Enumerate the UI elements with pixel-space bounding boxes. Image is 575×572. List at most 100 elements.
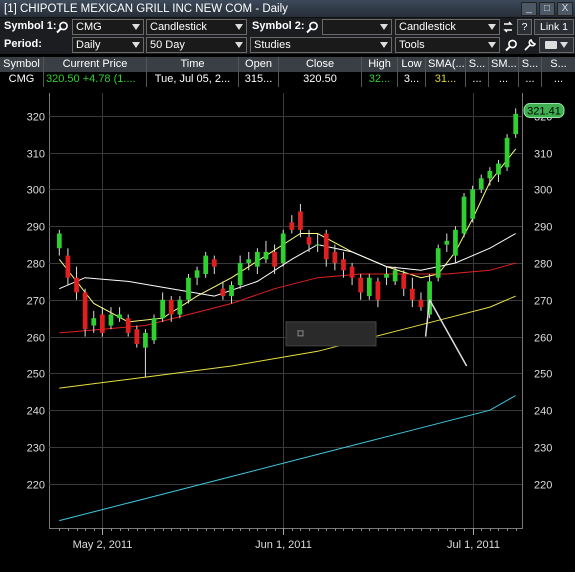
col-header-sma[interactable]: SMA(... [426,57,466,72]
quote-table: Symbol Current Price Time Open Close Hig… [0,57,575,87]
window-title: [1] CHIPOTLE MEXICAN GRILL INC NEW COM -… [4,2,288,15]
symbol2-search-icon[interactable] [304,19,320,35]
candle-body [82,292,88,330]
chevron-down-icon [560,42,568,48]
candle-body [418,299,424,308]
period-label: Period: [4,38,42,50]
col-header-s2[interactable]: S... [519,57,542,72]
y-tick-label-left: 230 [27,443,45,455]
period-toolbar: Period: Daily 50 Day Studies Tools [0,36,575,54]
y-tick-label-left: 220 [27,480,45,492]
candle-body [237,262,243,286]
chevron-down-icon [380,42,388,48]
chart-type2-value: Candlestick [399,21,456,33]
last-price-label: 321.41 [527,106,561,118]
col-header-sm[interactable]: SM... [489,57,519,72]
y-tick-label-right: 250 [534,369,552,381]
quote-table-header: Symbol Current Price Time Open Close Hig… [0,57,575,72]
col-header-low[interactable]: Low [398,57,426,72]
cell-symbol: CMG [0,72,44,87]
candle-body [246,259,252,263]
cell-sm: ... [489,72,519,87]
y-tick-label-left: 250 [27,369,45,381]
cell-s2: ... [519,72,542,87]
chart-type2-select[interactable]: Candlestick [395,19,500,35]
y-tick-label-right: 270 [534,296,552,308]
palette-icon [545,41,557,49]
cell-sma: 31... [426,72,466,87]
y-tick-label-right: 220 [534,480,552,492]
candle-body [392,270,398,282]
candle-body [220,288,226,297]
maximize-button[interactable]: □ [539,1,555,16]
tools-select[interactable]: Tools [395,37,500,53]
window-titlebar[interactable]: [1] CHIPOTLE MEXICAN GRILL INC NEW COM -… [0,0,575,18]
range-select[interactable]: 50 Day [146,37,247,53]
y-tick-label-right: 290 [534,222,552,234]
minimize-button[interactable]: _ [521,1,537,16]
studies-value: Studies [254,39,291,51]
link-button[interactable]: Link 1 [534,19,574,35]
y-tick-label-left: 300 [27,185,45,197]
symbol2-label: Symbol 2: [252,20,305,32]
col-header-s1[interactable]: S... [466,57,489,72]
col-header-high[interactable]: High [362,57,398,72]
studies-select[interactable]: Studies [250,37,392,53]
y-tick-label-left: 280 [27,259,45,271]
candle-body [513,113,519,135]
candle-body [134,329,140,344]
candle-body [229,285,234,297]
candle-body [289,222,295,230]
settings-dropdown-button[interactable] [539,37,574,53]
candle-body [65,255,71,278]
y-axis-right-line [522,93,523,528]
col-header-price[interactable]: Current Price [44,57,147,72]
candle-body [306,237,312,245]
candle-body [409,288,415,300]
data-window-overlay [285,321,377,347]
candle-body [401,274,407,289]
annotation-line [428,299,468,367]
chevron-down-icon [488,24,496,30]
candle-body [74,277,79,293]
cell-s3: ... [553,73,564,85]
candle-body [143,332,148,348]
candle-body [168,299,174,315]
help-button[interactable]: ? [517,19,532,35]
col-header-open[interactable]: Open [239,57,279,72]
candle-body [358,277,364,293]
period-value: Daily [76,39,101,51]
candle-body [254,251,260,267]
candle-body [151,318,157,341]
y-tick-label-left: 310 [27,149,45,161]
chevron-down-icon [132,42,140,48]
candle-body [453,229,458,256]
candle-body [263,251,269,260]
symbol2-input[interactable] [322,19,392,35]
compare-arrows-icon[interactable] [501,19,515,35]
col-header-s3[interactable]: S... [542,57,575,72]
cell-price: 320.50 +4.78 (1.... [44,72,147,87]
candle-body [478,178,484,190]
col-header-symbol[interactable]: Symbol [0,57,44,72]
candlestick-chart[interactable]: 220 220 230 230 240 240 250 250 260 260 270 270 280 2… [0,87,575,572]
symbol1-search-icon[interactable] [54,19,70,35]
col-header-close[interactable]: Close [279,57,362,72]
period-select[interactable]: Daily [72,37,144,53]
symbol1-input[interactable]: CMG [72,19,144,35]
candle-body [496,163,501,175]
candle-body [211,259,217,267]
candle-body [461,196,467,234]
chart-type1-select[interactable]: Candlestick [146,19,247,35]
y-tick-label-right: 300 [534,185,552,197]
zoom-icon[interactable] [503,37,519,53]
candle-body [298,211,303,230]
candle-body [280,233,286,263]
col-header-time[interactable]: Time [147,57,239,72]
candle-body [186,277,191,300]
close-button[interactable]: X [557,1,573,16]
price-chart[interactable]: 220 220 230 230 240 240 250 250 260 260 270 270 280 2… [0,87,575,572]
y-tick-label-right: 240 [534,406,552,418]
table-row[interactable]: CMG 320.50 +4.78 (1.... Tue, Jul 05, 2..… [0,72,575,87]
wrench-icon[interactable] [521,37,537,53]
